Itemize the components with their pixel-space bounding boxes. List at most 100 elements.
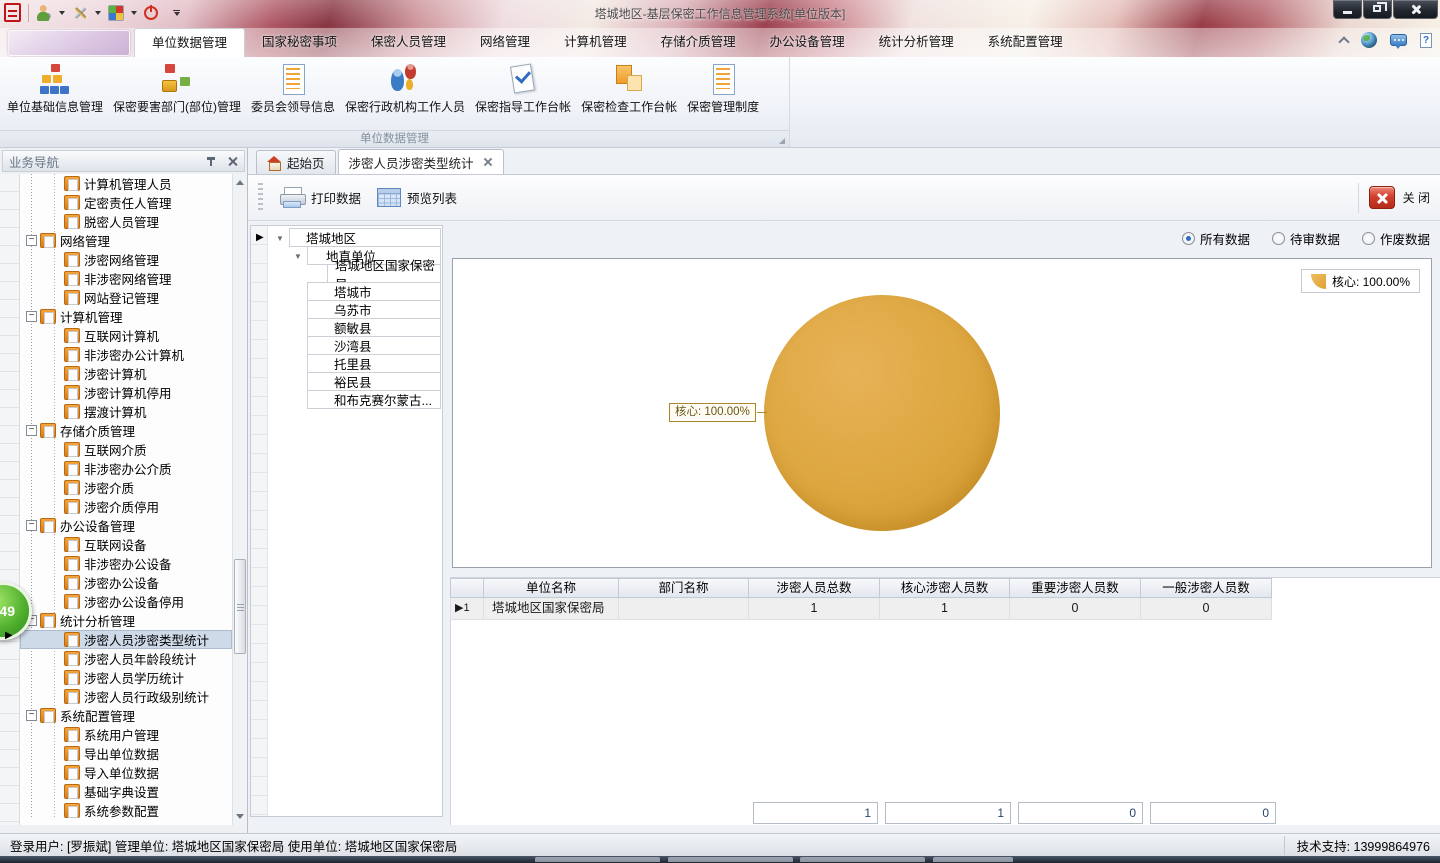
col-header-total[interactable]: 涉密人员总数 bbox=[748, 578, 880, 598]
sidebar-tree-item[interactable]: 计算机管理人员 bbox=[20, 174, 232, 193]
region-tree-item[interactable]: 塔城地区国家保密局 bbox=[327, 264, 441, 283]
preview-list-button[interactable]: 预览列表 bbox=[369, 183, 465, 212]
radio-all-data[interactable]: 所有数据 bbox=[1182, 229, 1250, 248]
sidebar-tree-item[interactable]: 非涉密办公计算机 bbox=[20, 345, 232, 364]
region-tree-item[interactable]: 乌苏市 bbox=[307, 300, 441, 319]
ribbon-button[interactable]: 保密行政机构工作人员 bbox=[340, 59, 470, 117]
sidebar-tree-item[interactable]: 涉密办公设备 bbox=[20, 573, 232, 592]
collapse-ribbon-chevron-icon[interactable] bbox=[1338, 36, 1349, 47]
region-tree-item[interactable]: 裕民县 bbox=[307, 372, 441, 391]
region-tree-item[interactable]: 托里县 bbox=[307, 354, 441, 373]
tab-close-icon[interactable] bbox=[483, 157, 493, 167]
collapse-expander-icon[interactable]: − bbox=[26, 520, 37, 531]
col-header-unit-name[interactable]: 单位名称 bbox=[483, 578, 619, 598]
sidebar-tree-item[interactable]: 涉密办公设备停用 bbox=[20, 592, 232, 611]
sidebar-tree-item[interactable]: 涉密人员学历统计 bbox=[20, 668, 232, 687]
radio-voided-data[interactable]: 作废数据 bbox=[1362, 229, 1430, 248]
radio-pending-data[interactable]: 待审数据 bbox=[1272, 229, 1340, 248]
globe-icon[interactable] bbox=[1361, 32, 1377, 48]
table-row[interactable]: ▶1 塔城地区国家保密局 1 1 0 0 bbox=[451, 598, 1440, 620]
sidebar-tree-item[interactable]: 网站登记管理 bbox=[20, 288, 232, 307]
cell-unit-name[interactable]: 塔城地区国家保密局 bbox=[483, 598, 619, 620]
sidebar-tree-item[interactable]: 涉密计算机 bbox=[20, 364, 232, 383]
ribbon-tab[interactable]: 网络管理 bbox=[463, 28, 547, 57]
collapse-expander-icon[interactable]: − bbox=[26, 235, 37, 246]
sidebar-tree-item[interactable]: 涉密人员涉密类型统计 bbox=[20, 630, 232, 649]
sidebar-tree-item[interactable]: 互联网介质 bbox=[20, 440, 232, 459]
sidebar-tree-item[interactable]: 涉密人员年龄段统计 bbox=[20, 649, 232, 668]
cell-total[interactable]: 1 bbox=[748, 598, 880, 620]
tab-start-page[interactable]: 起始页 bbox=[256, 150, 336, 174]
tab-secret-type-statistics[interactable]: 涉密人员涉密类型统计 bbox=[338, 149, 504, 174]
help-icon[interactable] bbox=[1420, 33, 1432, 48]
minimize-button[interactable] bbox=[1333, 0, 1362, 19]
ribbon-button[interactable]: 保密指导工作台帐 bbox=[470, 59, 576, 117]
collapse-expander-icon[interactable]: − bbox=[26, 425, 37, 436]
toolbar-grip[interactable] bbox=[258, 183, 263, 213]
region-tree-item[interactable]: 额敏县 bbox=[307, 318, 441, 337]
sidebar-scrollbar[interactable] bbox=[232, 174, 247, 825]
ribbon-tab[interactable]: 计算机管理 bbox=[547, 28, 644, 57]
ribbon-button[interactable]: 单位基础信息管理 bbox=[2, 59, 108, 117]
ribbon-button[interactable]: 保密管理制度 bbox=[682, 59, 764, 117]
cell-general[interactable]: 0 bbox=[1140, 598, 1272, 620]
print-data-button[interactable]: 打印数据 bbox=[271, 182, 369, 214]
col-header-dept-name[interactable]: 部门名称 bbox=[618, 578, 749, 598]
col-header-general[interactable]: 一般涉密人员数 bbox=[1140, 578, 1272, 598]
region-tree-item[interactable]: ▼ 塔城地区 bbox=[289, 228, 441, 247]
ribbon-tab[interactable]: 办公设备管理 bbox=[753, 28, 862, 57]
expander-icon[interactable]: ▼ bbox=[294, 252, 302, 261]
sidebar-tree-item[interactable]: 互联网计算机 bbox=[20, 326, 232, 345]
restore-button[interactable] bbox=[1363, 0, 1392, 19]
sidebar-tree-item[interactable]: 定密责任人管理 bbox=[20, 193, 232, 212]
ribbon-tab[interactable]: 单位数据管理 bbox=[134, 28, 245, 57]
close-button[interactable] bbox=[1393, 0, 1438, 19]
close-tab-button[interactable] bbox=[1369, 186, 1395, 209]
sidebar-tree-item[interactable]: 系统参数配置 bbox=[20, 801, 232, 820]
sidebar-tree-item[interactable]: − 统计分析管理 bbox=[20, 611, 232, 630]
sidebar-tree-item[interactable]: 基础字典设置 bbox=[20, 782, 232, 801]
chat-icon[interactable] bbox=[1390, 34, 1407, 46]
pin-icon[interactable] bbox=[206, 155, 216, 167]
sidebar-tree-item[interactable]: 系统用户管理 bbox=[20, 725, 232, 744]
ribbon-tab[interactable]: 统计分析管理 bbox=[862, 28, 971, 57]
sidebar-tree-item[interactable]: 摆渡计算机 bbox=[20, 402, 232, 421]
sidebar-tree-item[interactable]: − 计算机管理 bbox=[20, 307, 232, 326]
sidebar-tree-item[interactable]: 非涉密办公介质 bbox=[20, 459, 232, 478]
ribbon-tab[interactable]: 系统配置管理 bbox=[971, 28, 1080, 57]
region-tree-item[interactable]: 塔城市 bbox=[307, 282, 441, 301]
region-tree-item[interactable]: 沙湾县 bbox=[307, 336, 441, 355]
collapse-expander-icon[interactable]: − bbox=[26, 311, 37, 322]
sidebar-tree-item[interactable]: 导出单位数据 bbox=[20, 744, 232, 763]
close-sidebar-icon[interactable] bbox=[228, 156, 238, 166]
application-menu-button[interactable] bbox=[8, 30, 130, 56]
region-tree-item[interactable]: 和布克赛尔蒙古... bbox=[307, 390, 441, 409]
sidebar-tree-item[interactable]: 互联网设备 bbox=[20, 535, 232, 554]
dialog-launcher-icon[interactable] bbox=[779, 138, 785, 144]
sidebar-tree-item[interactable]: − 存储介质管理 bbox=[20, 421, 232, 440]
scroll-up-icon[interactable] bbox=[236, 180, 244, 185]
ribbon-tab[interactable]: 保密人员管理 bbox=[354, 28, 463, 57]
ribbon-button[interactable]: 委员会领导信息 bbox=[246, 59, 340, 117]
sidebar-tree-item[interactable]: 涉密介质停用 bbox=[20, 497, 232, 516]
col-header-important[interactable]: 重要涉密人员数 bbox=[1009, 578, 1141, 598]
ribbon-tab[interactable]: 存储介质管理 bbox=[644, 28, 753, 57]
sidebar-tree-item[interactable]: 非涉密办公设备 bbox=[20, 554, 232, 573]
sidebar-tree-item[interactable]: 涉密人员行政级别统计 bbox=[20, 687, 232, 706]
pie-slice-core[interactable] bbox=[764, 295, 1000, 531]
ribbon-button[interactable]: 保密要害部门(部位)管理 bbox=[108, 59, 246, 117]
cell-important[interactable]: 0 bbox=[1009, 598, 1141, 620]
sidebar-tree-item[interactable]: − 网络管理 bbox=[20, 231, 232, 250]
sidebar-tree-item[interactable]: − 办公设备管理 bbox=[20, 516, 232, 535]
ribbon-button[interactable]: 保密检查工作台帐 bbox=[576, 59, 682, 117]
collapse-expander-icon[interactable]: − bbox=[26, 710, 37, 721]
sidebar-tree-item[interactable]: 涉密介质 bbox=[20, 478, 232, 497]
sidebar-tree-item[interactable]: 涉密网络管理 bbox=[20, 250, 232, 269]
cell-dept-name[interactable] bbox=[618, 598, 749, 620]
ribbon-tab[interactable]: 国家秘密事项 bbox=[245, 28, 354, 57]
expander-icon[interactable]: ▼ bbox=[276, 234, 284, 243]
sidebar-tree-item[interactable]: 导入单位数据 bbox=[20, 763, 232, 782]
sidebar-tree-item[interactable]: 脱密人员管理 bbox=[20, 212, 232, 231]
sidebar-tree-item[interactable]: 非涉密网络管理 bbox=[20, 269, 232, 288]
sidebar-tree-item[interactable]: 涉密计算机停用 bbox=[20, 383, 232, 402]
